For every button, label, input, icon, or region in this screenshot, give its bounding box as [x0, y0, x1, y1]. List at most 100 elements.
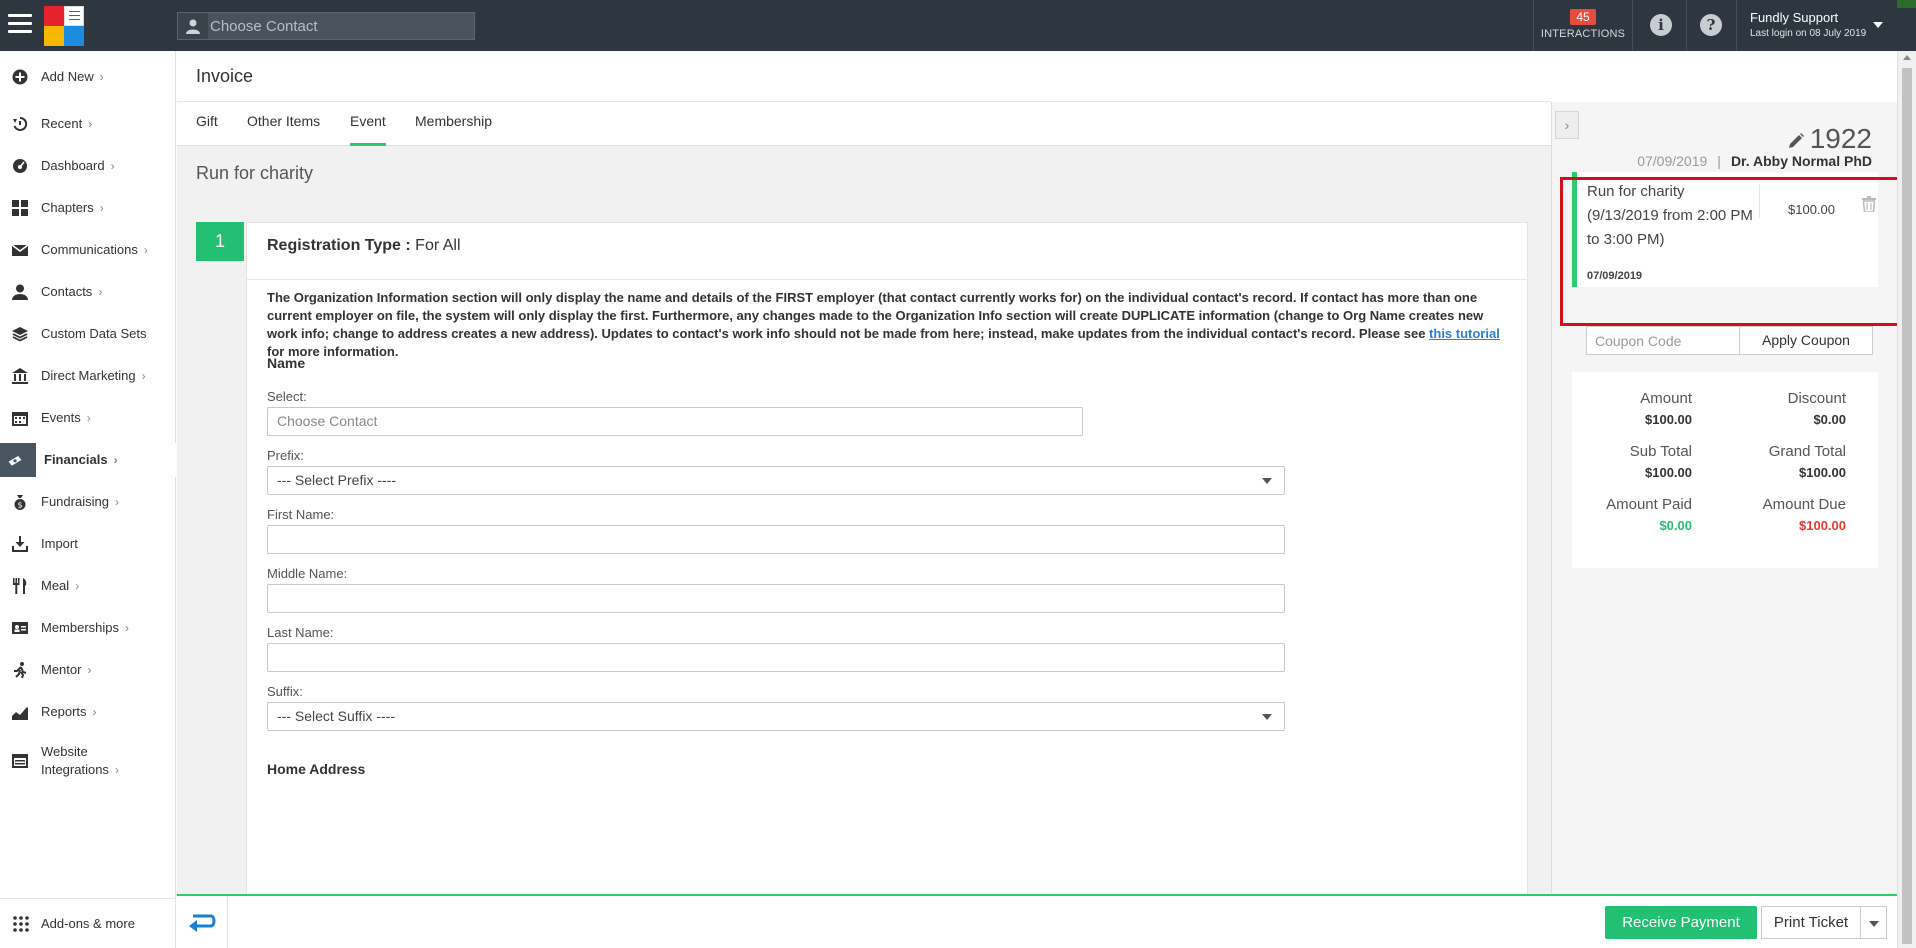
sidebar-item-label: Chapters [41, 200, 94, 215]
invoice-number: 1922 [1787, 123, 1872, 155]
running-icon [14, 662, 27, 678]
tab-other-items[interactable]: Other Items [247, 113, 320, 146]
interactions-label: INTERACTIONS [1540, 28, 1626, 40]
help-icon[interactable]: ? [1700, 14, 1722, 36]
chevron-right-icon: › [114, 763, 119, 777]
sidebar-item-website-integrations[interactable]: Website Integrations › [0, 737, 176, 785]
trash-icon[interactable] [1862, 196, 1876, 212]
sidebar-item-direct-marketing[interactable]: Direct Marketing › [0, 359, 176, 393]
top-bar: 45 INTERACTIONS i ? Fundly Support Last … [0, 0, 1916, 51]
user-menu-caret-icon[interactable] [1873, 22, 1883, 28]
amount-due-value: $100.00 [1799, 518, 1846, 533]
coupon-code-input[interactable] [1587, 327, 1737, 354]
info-icon[interactable]: i [1650, 14, 1672, 36]
name-section-heading: Name [267, 355, 306, 371]
contact-search[interactable] [177, 12, 475, 40]
prefix-select[interactable]: --- Select Prefix ---- [267, 466, 1285, 495]
sidebar-item-add-new[interactable]: Add New › [0, 60, 176, 94]
sidebar-item-contacts[interactable]: Contacts › [0, 275, 176, 309]
middle-name-field[interactable] [267, 584, 1285, 613]
amount-paid-label: Amount Paid [1606, 496, 1692, 513]
print-ticket-button[interactable]: Print Ticket [1761, 906, 1861, 939]
browser-icon [12, 754, 28, 768]
sidebar-item-label: Dashboard [41, 158, 105, 173]
invoice-line-item: Run for charity (9/13/2019 from 2:00 PM … [1572, 172, 1878, 287]
tutorial-link[interactable]: this tutorial [1429, 326, 1500, 341]
chevron-right-icon: › [113, 453, 118, 467]
page-header: Invoice [177, 51, 1551, 102]
registration-card: Registration Type : For All The Organiza… [246, 222, 1529, 894]
sidebar-item-financials[interactable]: Financials › [0, 443, 176, 477]
registration-type-value: For All [415, 237, 461, 254]
chevron-right-icon: › [86, 411, 91, 425]
subtotal-cell: Sub Total $100.00 [1582, 443, 1692, 480]
sidebar-item-meal[interactable]: Meal › [0, 569, 176, 603]
collapse-panel-button[interactable]: › [1555, 111, 1579, 139]
choose-contact-input[interactable]: Choose Contact [267, 407, 1083, 436]
sidebar-item-label: Add New [41, 69, 94, 84]
tab-membership[interactable]: Membership [415, 113, 492, 146]
user-name: Fundly Support [1750, 10, 1839, 25]
sidebar-item-import[interactable]: Import [0, 527, 176, 561]
layers-icon [12, 327, 28, 342]
chevron-right-icon: › [114, 495, 119, 509]
money-icon [8, 456, 22, 466]
sidebar-item-label: Fundraising [41, 494, 109, 509]
first-name-field[interactable] [267, 525, 1285, 554]
chevron-right-icon: › [99, 70, 104, 84]
sidebar-item-mentor[interactable]: Mentor › [0, 653, 176, 687]
sidebar-item-custom-data-sets[interactable]: Custom Data Sets [0, 317, 176, 351]
receive-payment-button[interactable]: Receive Payment [1605, 906, 1757, 939]
addons-more-button[interactable]: Add-ons & more [0, 898, 176, 948]
line-item-date: 07/09/2019 [1587, 270, 1643, 282]
print-options-dropdown[interactable] [1861, 906, 1887, 939]
sidebar-item-fundraising[interactable]: $ Fundraising › [0, 485, 176, 519]
chevron-down-icon [1869, 921, 1879, 927]
suffix-select[interactable]: --- Select Suffix ---- [267, 702, 1285, 731]
menu-icon[interactable] [8, 14, 32, 36]
invoice-number-value: 1922 [1809, 123, 1872, 154]
sidebar-item-label: Reports [41, 704, 87, 719]
back-button[interactable] [177, 896, 228, 948]
tab-gift[interactable]: Gift [196, 113, 218, 146]
chevron-right-icon: › [110, 159, 115, 173]
page-scrollbar[interactable] [1897, 51, 1916, 948]
interactions-count-badge: 45 [1570, 9, 1596, 25]
interactions-button[interactable]: 45 INTERACTIONS [1534, 0, 1632, 51]
scrollbar-thumb[interactable] [1902, 68, 1912, 944]
sidebar-item-memberships[interactable]: Memberships › [0, 611, 176, 645]
contact-search-input[interactable] [210, 13, 472, 39]
amount-due-label: Amount Due [1762, 496, 1846, 513]
plus-circle-icon [12, 69, 28, 85]
chevron-right-icon: › [125, 621, 130, 635]
amount-paid-value: $0.00 [1659, 518, 1692, 533]
moneybag-icon: $ [14, 495, 26, 510]
organization-info-notice: The Organization Information section wil… [267, 289, 1517, 361]
meta-separator: | [1717, 153, 1721, 169]
suffix-select-value: --- Select Suffix ---- [277, 708, 395, 724]
sidebar-item-events[interactable]: Events › [0, 401, 176, 435]
user-icon [12, 284, 28, 300]
scroll-up-icon[interactable] [1903, 55, 1911, 60]
registration-type: Registration Type : For All [267, 237, 461, 255]
undo-arrow-icon [189, 914, 216, 932]
chevron-down-icon [1262, 714, 1272, 720]
totals-summary: Amount $100.00 Discount $0.00 Sub Total … [1572, 372, 1878, 568]
sidebar-item-communications[interactable]: Communications › [0, 233, 176, 267]
chevron-right-icon: › [141, 369, 146, 383]
sidebar-item-reports[interactable]: Reports › [0, 695, 176, 729]
user-menu[interactable]: Fundly Support Last login on 08 July 201… [1750, 10, 1890, 39]
app-logo[interactable] [44, 6, 84, 46]
svg-text:$: $ [17, 501, 22, 510]
last-login: Last login on 08 July 2019 [1750, 28, 1867, 39]
page-title: Invoice [196, 66, 254, 86]
tab-event[interactable]: Event [350, 113, 386, 146]
sidebar: Add New › Recent › Dashboard › Chapters › Co… [0, 51, 176, 948]
apply-coupon-button[interactable]: Apply Coupon [1739, 326, 1873, 355]
last-name-field[interactable] [267, 643, 1285, 672]
pencil-icon[interactable] [1787, 132, 1805, 150]
sidebar-item-chapters[interactable]: Chapters › [0, 191, 176, 225]
sidebar-item-recent[interactable]: Recent › [0, 107, 176, 141]
sidebar-item-dashboard[interactable]: Dashboard › [0, 149, 176, 183]
registration-type-label: Registration Type : [267, 237, 411, 254]
